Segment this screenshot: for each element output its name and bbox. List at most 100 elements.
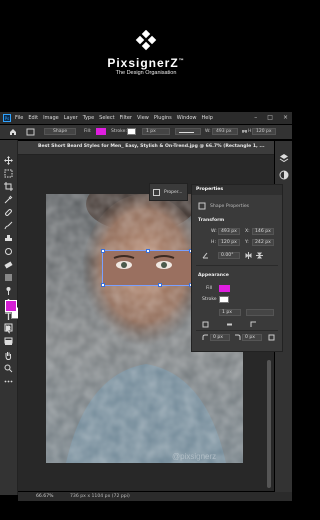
menu-image[interactable]: Image: [43, 115, 59, 121]
stroke-join-icon[interactable]: [250, 321, 257, 328]
hand-tool-icon[interactable]: [4, 351, 13, 360]
link-icon[interactable]: [241, 128, 248, 135]
corner-radius-icon: [202, 334, 208, 340]
stroke-label: Stroke:: [111, 129, 127, 134]
corner-radius-icon-2: [235, 334, 241, 340]
menu-help[interactable]: Help: [202, 115, 213, 121]
properties-panel: Properties Shape Properties Transform W:…: [191, 184, 283, 352]
appearance-fill-swatch[interactable]: [219, 285, 230, 292]
minimize-icon[interactable]: –: [254, 114, 257, 121]
transform-heading: Transform: [198, 218, 225, 223]
menu-plugins[interactable]: Plugins: [154, 115, 172, 121]
properties-mini-panel[interactable]: Proper...: [149, 183, 188, 201]
props-height-field[interactable]: 120 px: [218, 239, 240, 246]
transform-handle[interactable]: [101, 283, 105, 287]
screen-mode-icon[interactable]: [4, 336, 13, 345]
corner-radius-field-2[interactable]: 0 px: [242, 334, 262, 341]
maximize-icon[interactable]: □: [267, 114, 273, 121]
transform-handle[interactable]: [146, 249, 150, 253]
options-bar: Shape Fill: Stroke: 1 px W: 493 px H: 12…: [0, 125, 292, 139]
menu-window[interactable]: Window: [177, 115, 197, 121]
close-window-icon[interactable]: ×: [283, 114, 288, 121]
shape-properties-label: Shape Properties: [210, 204, 250, 209]
watermark-text: @pixsignerz: [172, 452, 217, 461]
appearance-heading: Appearance: [198, 273, 229, 278]
props-x-field[interactable]: 146 px: [252, 228, 274, 235]
panel-divider: [196, 265, 278, 266]
flip-horizontal-icon[interactable]: [245, 252, 252, 259]
shape-properties-icon: [198, 202, 206, 210]
stroke-color-swatch[interactable]: [127, 128, 136, 135]
brand-name: PixsignerZ™: [107, 56, 185, 70]
transform-handle[interactable]: [101, 249, 105, 253]
props-w-label: W:: [211, 229, 217, 234]
stroke-width-field[interactable]: 1 px: [142, 128, 170, 135]
shape-tool-preset-icon[interactable]: [26, 128, 35, 136]
fill-color-swatch[interactable]: [96, 128, 106, 135]
pixsignerz-logo-icon: [135, 30, 157, 51]
angle-field[interactable]: 0.00°: [218, 252, 240, 259]
flip-vertical-icon[interactable]: [256, 252, 263, 259]
appearance-fill-label: Fill: [206, 286, 213, 291]
props-width-field[interactable]: 493 px: [218, 228, 240, 235]
marquee-tool-icon[interactable]: [4, 169, 13, 178]
layers-icon[interactable]: [279, 153, 289, 163]
menu-edit[interactable]: Edit: [28, 115, 38, 121]
menu-select[interactable]: Select: [99, 115, 114, 121]
foreground-color-swatch[interactable]: [5, 300, 17, 312]
menu-filter[interactable]: Filter: [120, 115, 132, 121]
clone-stamp-icon[interactable]: [4, 234, 13, 243]
appearance-stroke-label: Stroke: [202, 297, 217, 302]
properties-mini-icon: [153, 189, 160, 196]
link-corners-icon[interactable]: [268, 334, 275, 341]
brand-tagline: The Design Organisation: [115, 70, 177, 76]
props-h-label: H:: [211, 240, 217, 245]
menu-file[interactable]: File: [15, 115, 23, 121]
crop-tool-icon[interactable]: [4, 182, 13, 191]
brush-tool-icon[interactable]: [4, 221, 13, 230]
height-field[interactable]: 120 px: [252, 128, 276, 135]
healing-brush-icon[interactable]: [4, 208, 13, 217]
move-tool-icon[interactable]: [4, 156, 13, 165]
props-y-field[interactable]: 242 px: [252, 239, 274, 246]
fill-label: Fill:: [84, 129, 92, 134]
more-tools-icon[interactable]: [4, 377, 13, 386]
dodge-tool-icon[interactable]: [4, 286, 13, 295]
menu-layer[interactable]: Layer: [64, 115, 78, 121]
menu-type[interactable]: Type: [83, 115, 94, 121]
history-brush-icon[interactable]: [4, 247, 13, 256]
appearance-stroke-width-field[interactable]: 1 px: [219, 309, 241, 316]
props-x-label: X:: [245, 229, 250, 234]
eraser-tool-icon[interactable]: [4, 260, 13, 269]
width-field[interactable]: 493 px: [212, 128, 238, 135]
vertical-scrollbar[interactable]: [267, 360, 271, 488]
stroke-type-select[interactable]: [175, 128, 201, 135]
stroke-align-icon[interactable]: [202, 321, 209, 328]
document-info[interactable]: 736 px x 1104 px (72 ppi): [70, 494, 130, 499]
quick-mask-icon[interactable]: [4, 323, 13, 332]
adjustments-icon[interactable]: [279, 170, 289, 180]
properties-title: Properties: [196, 187, 224, 192]
photoshop-app-icon: Ps: [3, 114, 11, 122]
transform-handle[interactable]: [158, 283, 162, 287]
angle-icon: [202, 252, 208, 259]
zoom-tool-icon[interactable]: [4, 364, 13, 373]
document-tab[interactable]: Best Short Beard Styles for Men_ Easy, S…: [18, 141, 274, 155]
appearance-stroke-type[interactable]: [246, 309, 274, 316]
shape-selection-box[interactable]: [101, 249, 193, 287]
stroke-cap-icon[interactable]: [226, 321, 233, 328]
menu-view[interactable]: View: [137, 115, 149, 121]
width-label: W:: [205, 129, 211, 134]
mini-panel-label: Proper...: [164, 190, 183, 195]
properties-header: Properties: [192, 185, 282, 195]
gradient-tool-icon[interactable]: [4, 273, 13, 282]
panel-divider: [196, 330, 278, 331]
window-controls: – □ ×: [254, 114, 288, 121]
tool-mode-select[interactable]: Shape: [44, 128, 76, 135]
home-icon[interactable]: [9, 128, 17, 136]
corner-radius-field-1[interactable]: 0 px: [210, 334, 230, 341]
status-bar: 66.67% 736 px x 1104 px (72 ppi): [18, 492, 292, 501]
eyedropper-tool-icon[interactable]: [4, 195, 13, 204]
appearance-stroke-swatch[interactable]: [219, 296, 229, 303]
zoom-level[interactable]: 66.67%: [36, 494, 54, 499]
